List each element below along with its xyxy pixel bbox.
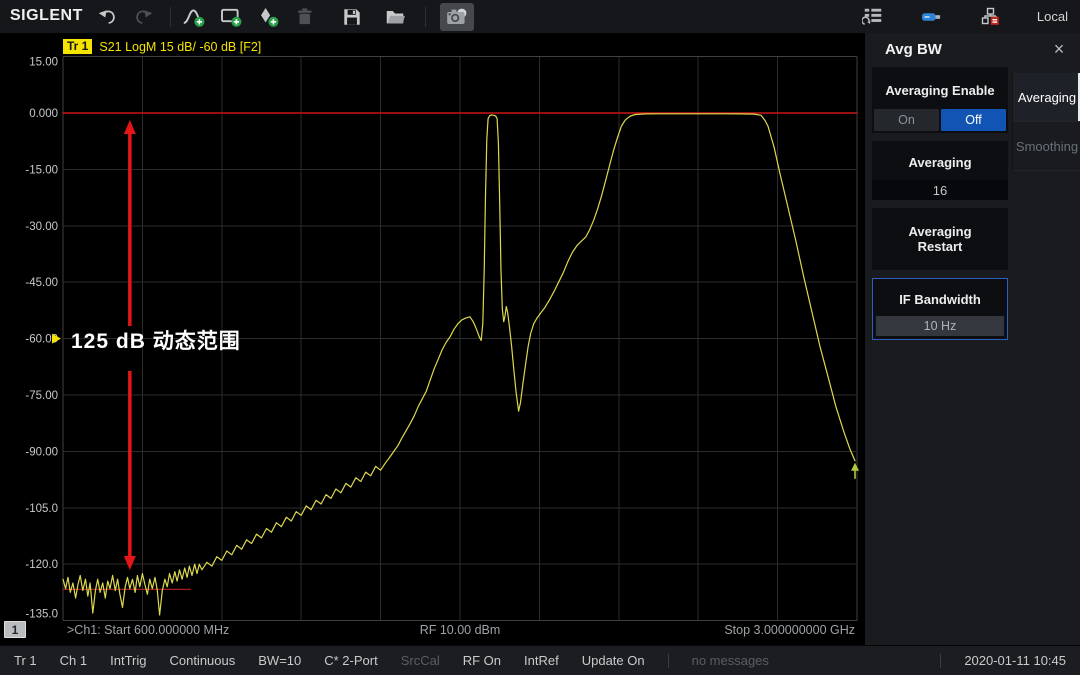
status-item-bw-10[interactable]: BW=10 bbox=[258, 653, 301, 668]
rf-power-label[interactable]: RF 10.00 dBm bbox=[420, 623, 501, 637]
lan-status-icon bbox=[978, 3, 1004, 30]
y-axis-tick-label: -45.00 bbox=[25, 277, 58, 289]
y-axis-tick-label: -30.00 bbox=[25, 221, 58, 233]
start-frequency-label[interactable]: >Ch1: Start 600.000000 MHz bbox=[67, 623, 229, 637]
status-datetime: 2020-01-11 10:45 bbox=[964, 653, 1066, 668]
range-arrow-head-down bbox=[123, 556, 136, 570]
averaging-count-label: Averaging bbox=[908, 155, 972, 170]
undo-icon bbox=[98, 9, 115, 24]
averaging-count-card[interactable]: Averaging 16 bbox=[872, 141, 1008, 200]
averaging-restart-line2: Restart bbox=[917, 239, 963, 254]
status-separator bbox=[667, 653, 669, 668]
panel-cards: Averaging Enable On Off Averaging 16 Ave… bbox=[872, 67, 1008, 340]
dynamic-range-annotation: 125 dB 动态范围 bbox=[71, 330, 241, 353]
avg-bw-panel: Avg BW × Averaging Enable On Off Averagi… bbox=[865, 33, 1080, 645]
status-separator bbox=[940, 653, 942, 668]
trace-badge[interactable]: Tr 1 bbox=[63, 39, 93, 54]
status-item-inttrig[interactable]: IntTrig bbox=[110, 653, 146, 668]
averaging-off-button[interactable]: Off bbox=[941, 109, 1006, 131]
panel-tabs: Averaging Smoothing bbox=[1012, 73, 1080, 171]
averaging-count-value[interactable]: 16 bbox=[872, 180, 1008, 200]
y-axis-tick-label: -90.00 bbox=[25, 446, 58, 458]
tab-averaging[interactable]: Averaging bbox=[1013, 73, 1080, 122]
save-icon bbox=[344, 8, 360, 25]
y-axis-tick-label: -135.0 bbox=[25, 609, 58, 621]
add-trace-button[interactable] bbox=[181, 3, 207, 30]
lan-icon bbox=[981, 7, 999, 25]
averaging-on-button[interactable]: On bbox=[874, 109, 939, 131]
folder-icon bbox=[386, 10, 405, 23]
panel-title: Avg BW bbox=[885, 41, 942, 58]
averaging-restart-line1: Averaging bbox=[908, 224, 972, 239]
y-axis-tick-label: -75.00 bbox=[25, 390, 58, 402]
toolbar-separator bbox=[170, 6, 171, 27]
status-item-continuous[interactable]: Continuous bbox=[169, 653, 235, 668]
status-item-c-2-port[interactable]: C* 2-Port bbox=[324, 653, 377, 668]
status-item-intref[interactable]: IntRef bbox=[524, 653, 559, 668]
status-message: no messages bbox=[691, 653, 769, 668]
add-marker-icon bbox=[261, 7, 279, 27]
y-axis-tick-label: 0.000 bbox=[29, 108, 58, 120]
undo-button[interactable] bbox=[94, 3, 120, 30]
status-item-tr-1[interactable]: Tr 1 bbox=[14, 653, 37, 668]
trace-end-arrow-icon bbox=[851, 462, 860, 471]
save-button[interactable] bbox=[339, 3, 365, 30]
averaging-enable-toggle: On Off bbox=[872, 109, 1008, 133]
usb-icon bbox=[921, 12, 941, 21]
trace-info[interactable]: Tr 1 S21 LogM 15 dB/ -60 dB [F2] bbox=[63, 39, 261, 54]
toolbar-separator bbox=[425, 6, 426, 27]
recall-button[interactable] bbox=[382, 3, 408, 30]
camera-icon bbox=[447, 8, 467, 24]
trace-line bbox=[62, 113, 856, 616]
range-arrow-head-up bbox=[123, 120, 136, 134]
sweep-info-row: >Ch1: Start 600.000000 MHz RF 10.00 dBm … bbox=[63, 623, 857, 641]
redo-icon bbox=[136, 9, 153, 24]
redo-button[interactable] bbox=[131, 3, 157, 30]
y-axis-tick-label: -120.0 bbox=[25, 559, 58, 571]
topbar-status-area: Local bbox=[860, 0, 1068, 33]
brand-logo: SIGLENT bbox=[10, 7, 83, 24]
add-trace-icon bbox=[183, 8, 205, 27]
usb-status-icon bbox=[919, 3, 945, 30]
status-item-ch-1[interactable]: Ch 1 bbox=[60, 653, 87, 668]
channel-badge[interactable]: 1 bbox=[4, 621, 26, 638]
softkey-panel-button[interactable] bbox=[860, 3, 886, 30]
averaging-restart-button[interactable]: Averaging Restart bbox=[872, 208, 1008, 270]
if-bandwidth-label: IF Bandwidth bbox=[899, 292, 981, 307]
screenshot-button[interactable] bbox=[440, 2, 474, 31]
if-bandwidth-value[interactable]: 10 Hz bbox=[876, 316, 1004, 336]
close-icon[interactable]: × bbox=[1048, 39, 1070, 61]
statusbar: Tr 1 Ch 1 IntTrig Continuous BW=10 C* 2-Port S… bbox=[0, 645, 1080, 675]
status-item-srccal[interactable]: SrcCal bbox=[401, 653, 440, 668]
add-window-button[interactable] bbox=[218, 3, 244, 30]
tab-smoothing[interactable]: Smoothing bbox=[1013, 122, 1080, 171]
trace-settings-label: S21 LogM 15 dB/ -60 dB [F2] bbox=[99, 39, 262, 54]
status-item-update-on[interactable]: Update On bbox=[582, 653, 645, 668]
toolbar bbox=[94, 0, 474, 33]
y-axis-tick-label: -105.0 bbox=[25, 503, 58, 515]
averaging-enable-label: Averaging Enable bbox=[885, 83, 995, 98]
averaging-enable-card: Averaging Enable On Off bbox=[872, 67, 1008, 133]
local-button[interactable]: Local bbox=[1037, 9, 1068, 24]
add-marker-button[interactable] bbox=[255, 3, 281, 30]
vna-screen: SIGLENT Local 15.00 0.000 -15.00 -30.00 … bbox=[0, 0, 1080, 675]
add-window-icon bbox=[221, 8, 242, 27]
y-axis-tick-label: 15.00 bbox=[29, 57, 58, 69]
stop-frequency-label[interactable]: Stop 3.000000000 GHz bbox=[724, 623, 855, 637]
y-axis-tick-label: -15.00 bbox=[25, 164, 58, 176]
softkey-panel-icon bbox=[861, 8, 882, 25]
if-bandwidth-card[interactable]: IF Bandwidth 10 Hz bbox=[872, 278, 1008, 340]
delete-button[interactable] bbox=[292, 3, 318, 30]
status-item-rf-on[interactable]: RF On bbox=[463, 653, 501, 668]
topbar: SIGLENT Local bbox=[0, 0, 1080, 33]
chart-area[interactable]: 15.00 0.000 -15.00 -30.00 -45.00 -60.00 -75.00… bbox=[0, 33, 865, 645]
trash-icon bbox=[298, 7, 312, 24]
